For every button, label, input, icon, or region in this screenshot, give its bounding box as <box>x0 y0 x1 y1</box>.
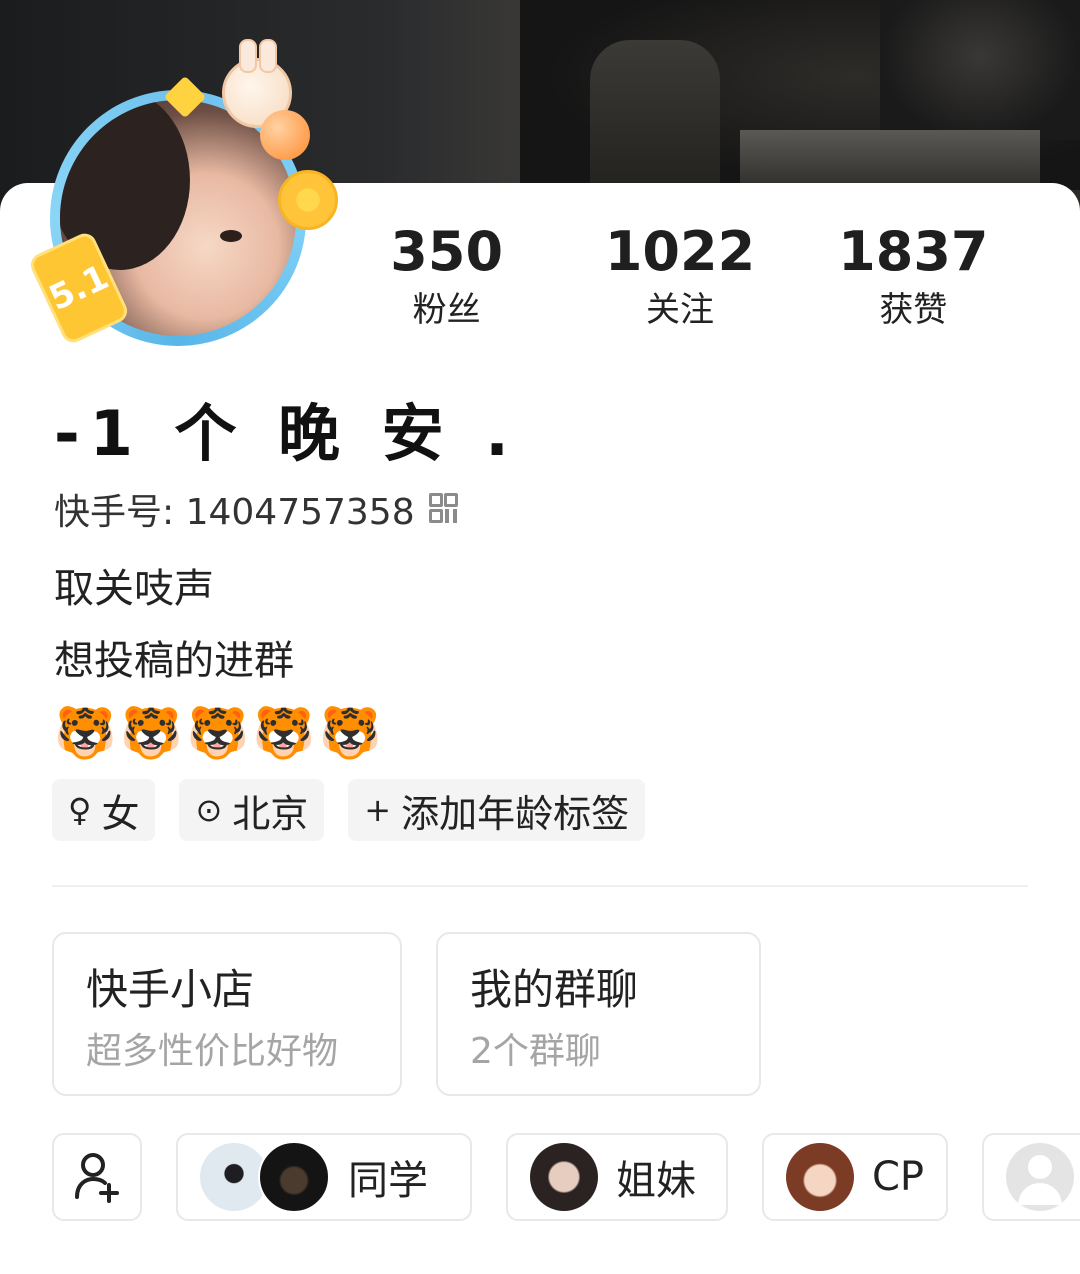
kuaishou-id: 快手号: 1404757358 <box>54 492 415 533</box>
bio-line: 想投稿的进群 <box>54 638 294 684</box>
profile-name: -1 个 晚 安 . <box>54 397 519 470</box>
kuaishou-shop-card[interactable]: 快手小店 超多性价比好物 <box>52 932 402 1096</box>
classmate-avatar <box>258 1141 330 1213</box>
stat-following[interactable]: 1022 关注 <box>563 221 796 333</box>
empty-avatar-icon <box>1006 1143 1074 1211</box>
cp-label: CP <box>871 1154 924 1200</box>
stat-followers[interactable]: 350 粉丝 <box>330 221 563 333</box>
location-tag[interactable]: ⊙ 北京 <box>179 779 325 841</box>
cover-shape <box>740 130 1040 190</box>
add-friend-button[interactable] <box>52 1133 142 1221</box>
flower-decoration-icon <box>278 170 338 230</box>
bio-tiger-emojis: 🐯🐯🐯🐯🐯 <box>54 704 386 762</box>
plus-icon: + <box>364 791 392 829</box>
empty-relation-chip[interactable] <box>982 1133 1080 1221</box>
likes-label: 获赞 <box>879 290 948 330</box>
add-age-tag-button[interactable]: + 添加年龄标签 <box>348 779 646 841</box>
classmates-label: 同学 <box>348 1158 428 1204</box>
cp-avatar <box>786 1143 854 1211</box>
shop-subtitle: 超多性价比好物 <box>86 1031 339 1072</box>
add-age-label: 添加年龄标签 <box>401 791 630 836</box>
avatar-eye <box>220 230 242 242</box>
feature-cards: 快手小店 超多性价比好物 我的群聊 2个群聊 <box>52 932 761 1096</box>
profile-bio: 取关吱声 想投稿的进群 🐯🐯🐯🐯🐯 <box>54 553 385 769</box>
sister-avatar <box>530 1143 598 1211</box>
profile-avatar[interactable]: 5.1 <box>26 39 338 350</box>
following-label: 关注 <box>645 290 714 330</box>
followers-count: 350 <box>390 220 504 283</box>
kuaishou-id-row[interactable]: 快手号: 1404757358 <box>54 483 459 535</box>
group-chats-card[interactable]: 我的群聊 2个群聊 <box>436 932 761 1096</box>
location-pin-icon: ⊙ <box>195 791 223 829</box>
sisters-chip[interactable]: 姐妹 <box>506 1133 728 1221</box>
sisters-label: 姐妹 <box>616 1158 696 1204</box>
gender-tag[interactable]: ♀ 女 <box>52 779 156 841</box>
group-chats-title: 我的群聊 <box>470 965 639 1014</box>
location-label: 北京 <box>232 791 309 836</box>
female-icon: ♀ <box>68 791 92 829</box>
profile-stats: 350 粉丝 1022 关注 1837 获赞 <box>330 221 1030 333</box>
profile-tags: ♀ 女 ⊙ 北京 + 添加年龄标签 <box>52 779 646 841</box>
stat-likes[interactable]: 1837 获赞 <box>797 221 1030 333</box>
qr-code-icon[interactable] <box>428 493 459 525</box>
likes-count: 1837 <box>838 220 989 283</box>
add-person-icon <box>75 1153 119 1203</box>
shop-title: 快手小店 <box>86 965 255 1014</box>
classmates-chip[interactable]: 同学 <box>176 1133 472 1221</box>
gender-label: 女 <box>101 791 140 836</box>
group-chats-subtitle: 2个群聊 <box>470 1031 601 1072</box>
relationship-chips: 同学 姐妹 CP <box>52 1133 1080 1221</box>
cover-shape <box>590 40 720 190</box>
divider <box>52 885 1028 887</box>
orange-ball-decoration-icon <box>260 110 310 160</box>
following-count: 1022 <box>604 220 756 283</box>
followers-label: 粉丝 <box>412 290 481 330</box>
cp-chip[interactable]: CP <box>762 1133 948 1221</box>
bio-line: 取关吱声 <box>54 566 214 612</box>
cover-shape <box>880 0 1080 140</box>
